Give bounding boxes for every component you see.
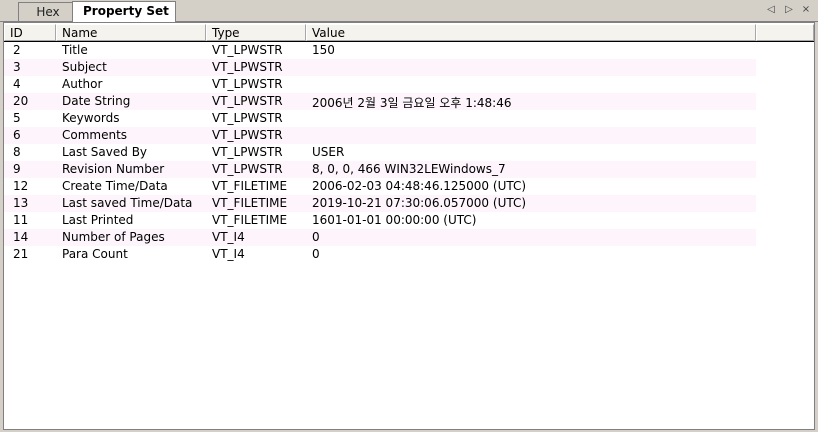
property-rows: 2 Title VT_LPWSTR 150 3 Subject VT_LPWSTR 4 Auth… [4, 42, 756, 263]
cell-type: VT_LPWSTR [212, 43, 283, 57]
cell-type: VT_FILETIME [212, 213, 288, 227]
cell-id: 5 [13, 111, 21, 125]
cell-name: Title [62, 43, 88, 57]
cell-value: 8, 0, 0, 466 WIN32LEWindows_7 [312, 162, 506, 176]
cell-id: 13 [13, 196, 29, 210]
cell-name: Number of Pages [62, 230, 165, 244]
cell-name: Last Printed [62, 213, 134, 227]
table-row[interactable]: 14 Number of Pages VT_I4 0 [4, 229, 756, 246]
cell-value: USER [312, 145, 345, 159]
tab-property-set[interactable]: Property Set [72, 1, 176, 22]
table-row[interactable]: 11 Last Printed VT_FILETIME 1601-01-01 00:0… [4, 212, 756, 229]
tab-bar: Hex Property Set ◁ ▷ × [0, 0, 818, 22]
cell-name: Create Time/Data [62, 179, 168, 193]
cell-type: VT_LPWSTR [212, 77, 283, 91]
cell-id: 12 [13, 179, 29, 193]
cell-id: 6 [13, 128, 21, 142]
cell-id: 14 [13, 230, 29, 244]
cell-type: VT_LPWSTR [212, 128, 283, 142]
tab-hex[interactable]: Hex [18, 2, 78, 21]
cell-name: Subject [62, 60, 107, 74]
cell-name: Para Count [62, 247, 128, 261]
cell-name: Last Saved By [62, 145, 148, 159]
table-row[interactable]: 8 Last Saved By VT_LPWSTR USER [4, 144, 756, 161]
cell-name: Revision Number [62, 162, 165, 176]
cell-id: 8 [13, 145, 21, 159]
table-row[interactable]: 9 Revision Number VT_LPWSTR 8, 0, 0, 466 WI… [4, 161, 756, 178]
table-row[interactable]: 20 Date String VT_LPWSTR 2006년 2월 3일 금요일 오후… [4, 93, 756, 110]
cell-type: VT_FILETIME [212, 196, 288, 210]
cell-id: 3 [13, 60, 21, 74]
cell-value: 150 [312, 43, 335, 57]
cell-name: Author [62, 77, 103, 91]
column-header-filler [756, 24, 814, 41]
cell-value: 0 [312, 247, 320, 261]
cell-name: Keywords [62, 111, 120, 125]
table-row[interactable]: 5 Keywords VT_LPWSTR [4, 110, 756, 127]
close-icon[interactable]: × [799, 4, 813, 15]
scroll-right-icon[interactable]: ▷ [782, 4, 796, 15]
property-list-view[interactable]: ID Name Type Value 2 Title VT_LPWSTR 150 3 Su… [3, 22, 815, 430]
column-header-value[interactable]: Value [306, 24, 756, 41]
cell-value: 2006년 2월 3일 금요일 오후 1:48:46 [312, 96, 512, 110]
cell-value: 2006-02-03 04:48:46.125000 (UTC) [312, 179, 527, 193]
table-row[interactable]: 21 Para Count VT_I4 0 [4, 246, 756, 263]
cell-type: VT_I4 [212, 247, 245, 261]
cell-type: VT_LPWSTR [212, 111, 283, 125]
cell-id: 4 [13, 77, 21, 91]
cell-id: 20 [13, 94, 29, 108]
cell-id: 21 [13, 247, 29, 261]
cell-name: Last saved Time/Data [62, 196, 193, 210]
cell-type: VT_LPWSTR [212, 94, 283, 108]
cell-value: 2019-10-21 07:30:06.057000 (UTC) [312, 196, 527, 210]
cell-id: 9 [13, 162, 21, 176]
list-header: ID Name Type Value [4, 24, 814, 41]
column-header-type[interactable]: Type [206, 24, 306, 41]
column-header-id[interactable]: ID [4, 24, 56, 41]
cell-type: VT_LPWSTR [212, 162, 283, 176]
table-row[interactable]: 13 Last saved Time/Data VT_FILETIME 2019-10… [4, 195, 756, 212]
cell-id: 11 [13, 213, 29, 227]
scroll-left-icon[interactable]: ◁ [764, 4, 778, 15]
table-row[interactable]: 4 Author VT_LPWSTR [4, 76, 756, 93]
table-row[interactable]: 12 Create Time/Data VT_FILETIME 2006-02-03 … [4, 178, 756, 195]
cell-type: VT_LPWSTR [212, 145, 283, 159]
table-row[interactable]: 2 Title VT_LPWSTR 150 [4, 42, 756, 59]
cell-value: 0 [312, 230, 320, 244]
table-row[interactable]: 6 Comments VT_LPWSTR [4, 127, 756, 144]
cell-name: Date String [62, 94, 131, 108]
column-header-name[interactable]: Name [56, 24, 206, 41]
cell-type: VT_LPWSTR [212, 60, 283, 74]
table-row[interactable]: 3 Subject VT_LPWSTR [4, 59, 756, 76]
cell-type: VT_FILETIME [212, 179, 288, 193]
cell-type: VT_I4 [212, 230, 245, 244]
cell-name: Comments [62, 128, 128, 142]
cell-id: 2 [13, 43, 21, 57]
cell-value: 1601-01-01 00:00:00 (UTC) [312, 213, 477, 227]
